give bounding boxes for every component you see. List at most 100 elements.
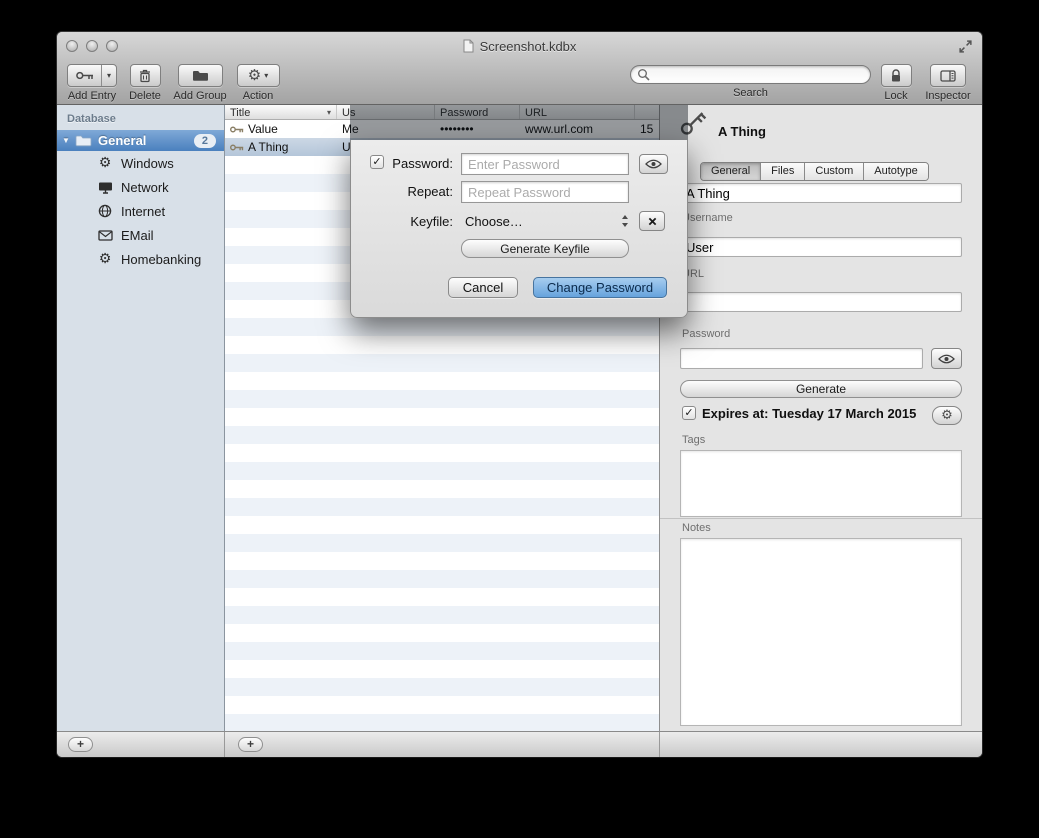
generate-keyfile-button[interactable]: Generate Keyfile — [461, 239, 629, 258]
stepper-arrows-icon — [621, 214, 629, 228]
delete-item: Delete — [123, 60, 167, 105]
sidebar-item-label: Internet — [121, 204, 165, 219]
sidebar-item-email[interactable]: EMail — [57, 223, 224, 247]
folder-icon — [75, 134, 92, 147]
column-header-password[interactable]: Password — [435, 105, 520, 119]
action-button[interactable]: ▾ — [237, 64, 280, 87]
section-divider — [660, 518, 982, 519]
window-titlebar[interactable]: Screenshot.kdbx — [57, 32, 982, 60]
sidebar-section-header: Database — [57, 105, 224, 130]
username-field[interactable] — [680, 237, 962, 257]
app-window: Screenshot.kdbx ▾ Add Entry Delete — [57, 32, 982, 757]
expires-checkbox[interactable] — [682, 406, 696, 420]
column-header-extra[interactable] — [635, 105, 659, 119]
tab-autotype[interactable]: Autotype — [864, 163, 927, 180]
cell-title: Value — [248, 122, 278, 136]
title-field[interactable] — [680, 183, 962, 203]
inspector-panel-icon — [940, 70, 956, 82]
gear-icon — [248, 68, 261, 83]
add-entry-dropdown-arrow[interactable]: ▾ — [101, 65, 116, 86]
tab-files[interactable]: Files — [761, 163, 805, 180]
tab-general[interactable]: General — [701, 163, 761, 180]
key-icon — [230, 144, 244, 151]
notes-field[interactable] — [680, 538, 962, 726]
desktop-background: Screenshot.kdbx ▾ Add Entry Delete — [0, 0, 1039, 838]
keyfile-popup[interactable]: Choose… — [457, 211, 629, 231]
change-password-sheet: Password: Repeat: Keyfile: Choose… Gener… — [350, 140, 688, 318]
sheet-keyfile-label: Keyfile: — [381, 214, 453, 229]
add-group-plus-button[interactable]: + — [68, 737, 93, 752]
search-input[interactable] — [654, 66, 864, 83]
tags-field[interactable] — [680, 450, 962, 517]
document-icon — [463, 39, 474, 53]
action-dropdown-arrow: ▾ — [264, 71, 268, 80]
lock-item: Lock — [875, 60, 917, 105]
tab-custom[interactable]: Custom — [805, 163, 864, 180]
inspector-tabs: General Files Custom Autotype — [700, 162, 929, 181]
add-entry-item: ▾ Add Entry — [64, 60, 120, 105]
password-label: Password — [682, 328, 730, 340]
column-header-username[interactable]: Us — [337, 105, 435, 119]
cell-extra: 15 — [640, 122, 653, 136]
sidebar-item-label: Windows — [121, 156, 174, 171]
generate-password-button[interactable]: Generate — [680, 380, 962, 398]
search-icon — [637, 68, 650, 81]
bottom-bar-divider — [659, 732, 660, 757]
cell-password: •••••••• — [440, 122, 474, 136]
sidebar-item-internet[interactable]: Internet — [57, 199, 224, 223]
sidebar: Database General 2 Windows Network — [57, 105, 225, 731]
notes-label: Notes — [682, 522, 711, 534]
clear-keyfile-button[interactable] — [639, 211, 665, 231]
globe-icon — [97, 203, 113, 219]
sidebar-item-label: EMail — [121, 228, 154, 243]
display-icon — [97, 179, 113, 195]
action-label: Action — [234, 90, 282, 102]
toolbar: ▾ Add Entry Delete Add Group ▾ — [57, 60, 982, 105]
username-label: Username — [682, 212, 733, 224]
add-entry-button[interactable]: ▾ — [67, 64, 117, 87]
cancel-button[interactable]: Cancel — [448, 277, 518, 298]
url-field[interactable] — [680, 292, 962, 312]
password-field[interactable] — [680, 348, 923, 369]
sidebar-item-label: Homebanking — [121, 252, 201, 267]
add-group-button[interactable] — [178, 64, 223, 87]
sheet-password-input[interactable] — [461, 153, 629, 175]
add-entry-plus-button[interactable]: + — [238, 737, 263, 752]
key-icon — [68, 65, 101, 86]
fullscreen-icon[interactable] — [958, 39, 973, 54]
delete-label: Delete — [123, 90, 167, 102]
sidebar-item-homebanking[interactable]: Homebanking — [57, 247, 224, 271]
column-header-url[interactable]: URL — [520, 105, 635, 119]
show-password-button[interactable] — [931, 348, 962, 369]
add-entry-label: Add Entry — [64, 90, 120, 102]
lock-button[interactable] — [881, 64, 912, 87]
sidebar-item-network[interactable]: Network — [57, 175, 224, 199]
gear-icon — [941, 409, 953, 422]
show-password-button[interactable] — [639, 154, 668, 174]
expires-label: Expires at: Tuesday 17 March 2015 — [702, 406, 916, 421]
inspector-item: Inspector — [923, 60, 973, 105]
bottom-bar: + + — [57, 731, 982, 757]
envelope-icon — [97, 227, 113, 243]
sidebar-item-windows[interactable]: Windows — [57, 151, 224, 175]
delete-button[interactable] — [130, 64, 161, 87]
search-label: Search — [630, 87, 871, 99]
add-group-label: Add Group — [169, 90, 231, 102]
expires-settings-button[interactable] — [932, 406, 962, 425]
lock-icon — [890, 68, 902, 83]
sheet-password-label: Password: — [381, 156, 453, 171]
sidebar-item-general[interactable]: General 2 — [57, 130, 224, 151]
table-row[interactable]: Value Me •••••••• www.url.com 15 — [225, 120, 659, 138]
sidebar-item-label: Network — [121, 180, 169, 195]
disclosure-triangle-icon[interactable] — [57, 136, 75, 145]
inspector-label: Inspector — [923, 90, 973, 102]
sort-descending-icon — [327, 108, 331, 117]
gear-icon — [97, 155, 113, 171]
entry-count-badge: 2 — [194, 134, 216, 148]
column-header-title[interactable]: Title — [225, 105, 337, 119]
key-icon — [230, 126, 244, 133]
sheet-repeat-input[interactable] — [461, 181, 629, 203]
inspector-button[interactable] — [930, 64, 966, 87]
change-password-button[interactable]: Change Password — [533, 277, 667, 298]
gear-icon — [97, 251, 113, 267]
